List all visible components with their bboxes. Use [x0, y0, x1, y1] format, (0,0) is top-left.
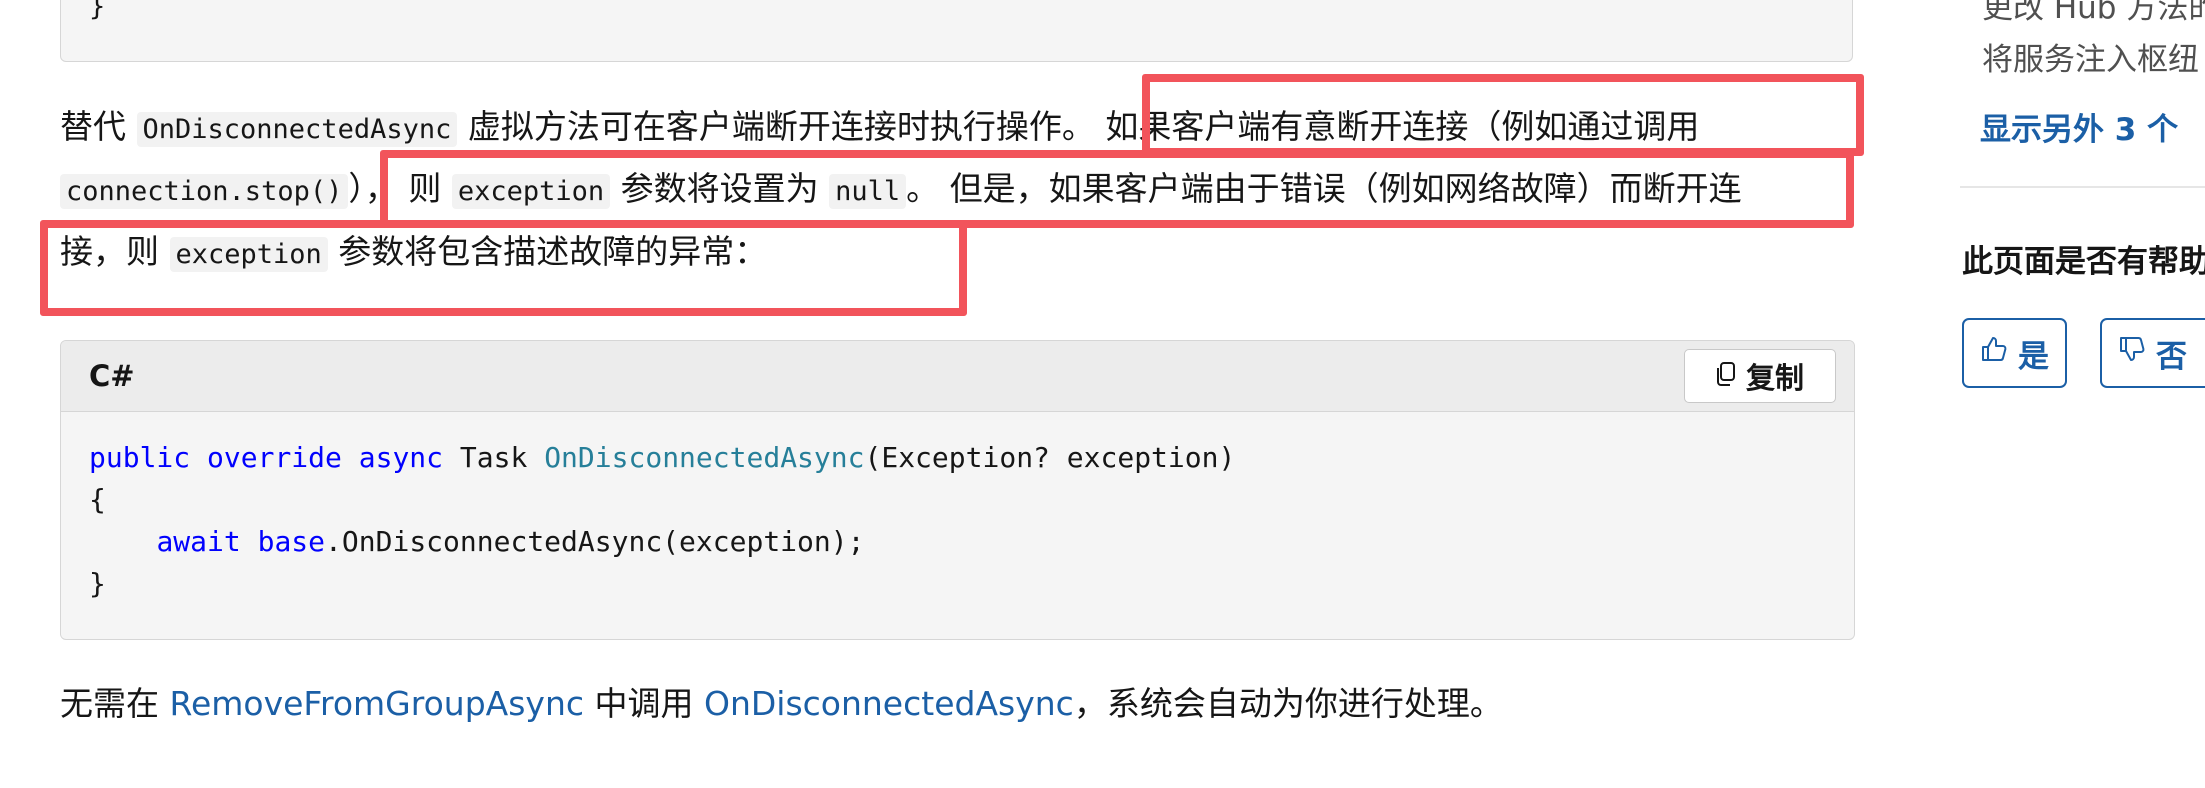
yes-label: 是 — [2018, 338, 2049, 375]
previous-code-block: } — [60, 0, 1853, 62]
text: 无需在 — [60, 684, 170, 723]
keyword: override — [207, 441, 342, 474]
call: .OnDisconnectedAsync(exception); — [325, 525, 865, 558]
paragraph-2: 无需在 RemoveFromGroupAsync 中调用 OnDisconnec… — [60, 673, 1860, 735]
code-language-label: C# — [89, 359, 135, 393]
code-block: C# 复制 public override async Task OnDisco… — [60, 340, 1855, 640]
brace: { — [89, 483, 106, 516]
copy-icon — [1716, 359, 1736, 393]
text: ，系统会自动为你进行处理。 — [1073, 684, 1503, 723]
text: 替代 — [60, 107, 137, 146]
inline-code-connection-stop: connection.stop() — [60, 174, 349, 209]
no-label: 否 — [2156, 338, 2187, 375]
feedback-title: 此页面是否有帮助 — [1962, 244, 2205, 280]
link-removefromgroupasync[interactable]: RemoveFromGroupAsync — [170, 684, 585, 723]
sidebar-item-inject-services[interactable]: 将服务注入枢纽 — [1982, 34, 2199, 79]
brace: } — [89, 567, 106, 600]
keyword: public — [89, 441, 191, 474]
link-ondisconnectedasync[interactable]: OnDisconnectedAsync — [704, 684, 1074, 723]
feedback-yes-button[interactable]: 是 — [1962, 318, 2067, 388]
keyword: async — [358, 441, 444, 474]
highlight-box-1 — [1142, 74, 1864, 156]
keyword: base — [257, 525, 326, 558]
type-name: Task — [459, 441, 528, 474]
sidebar-item-change-hub-method[interactable]: 更改 Hub 方法的 — [1982, 0, 2205, 27]
copy-label: 复制 — [1745, 361, 1804, 395]
sidebar-divider — [1960, 186, 2205, 188]
closing-brace: } — [89, 0, 106, 22]
code-content: public override async Task OnDisconnecte… — [89, 437, 1235, 605]
show-more-link[interactable]: 显示另外 3 个 — [1980, 104, 2178, 149]
thumbs-down-icon — [2118, 335, 2146, 371]
keyword: await — [156, 525, 241, 558]
feedback-no-button[interactable]: 否 — [2100, 318, 2205, 388]
code-header: C# 复制 — [61, 341, 1854, 412]
thumbs-up-icon — [1980, 335, 2008, 371]
inline-code-ondisconnectedasync: OnDisconnectedAsync — [136, 112, 458, 147]
highlight-box-3 — [40, 220, 967, 316]
copy-button[interactable]: 复制 — [1684, 349, 1836, 403]
text: 中调用 — [584, 684, 704, 723]
highlight-box-2 — [380, 150, 1854, 228]
params: (Exception? exception) — [864, 441, 1236, 474]
method-name: OnDisconnectedAsync — [544, 441, 865, 474]
